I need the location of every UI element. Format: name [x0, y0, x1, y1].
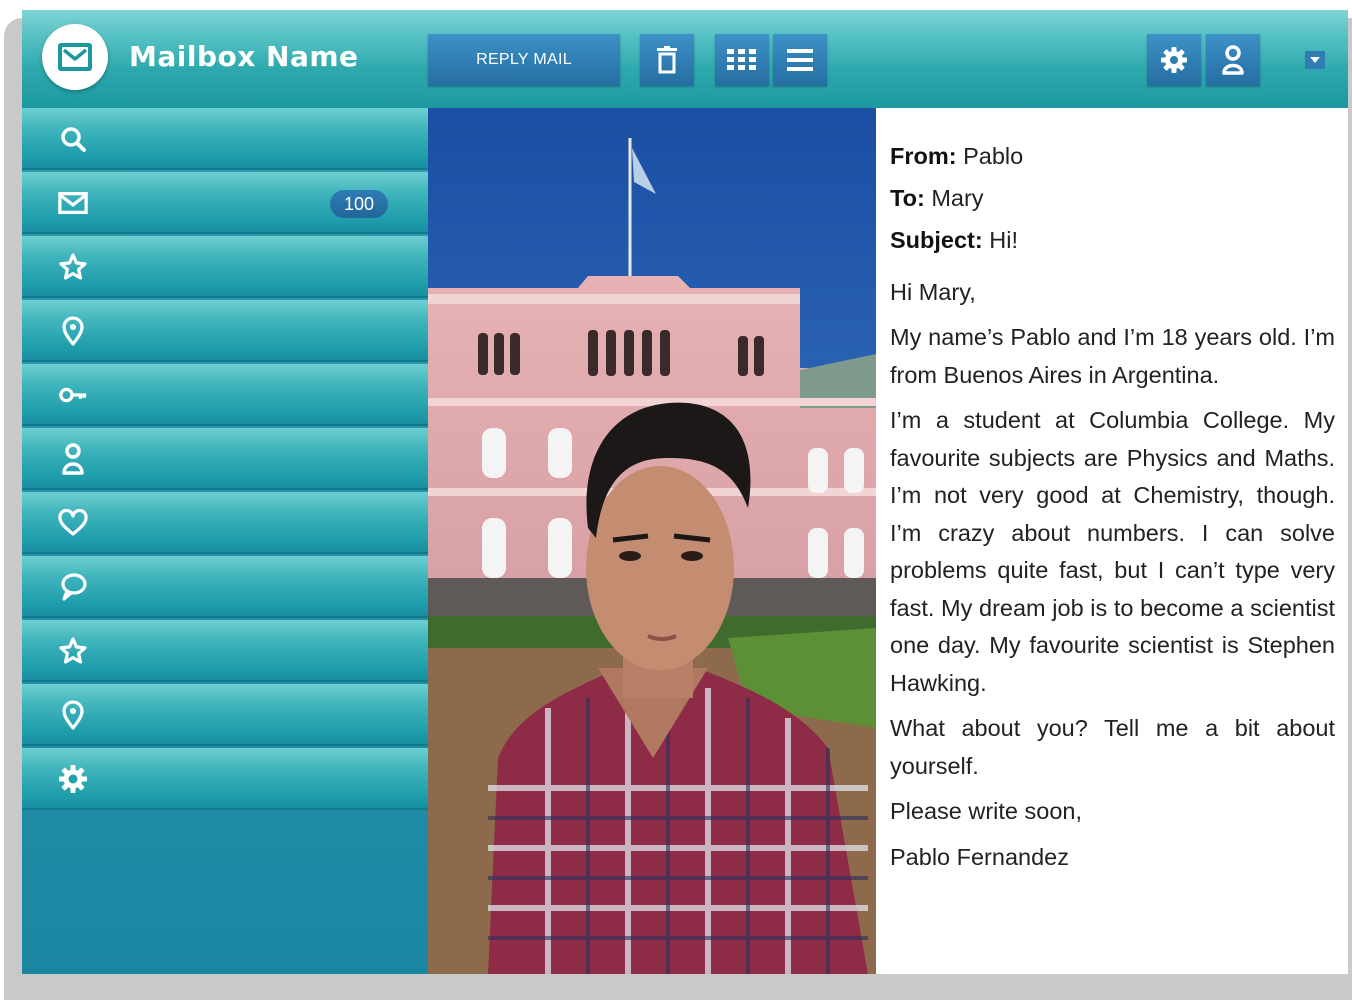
delete-button[interactable]	[640, 34, 694, 86]
sidebar-item-search[interactable]	[22, 108, 428, 170]
sidebar-item-chat[interactable]	[22, 556, 428, 618]
speech-bubble-icon	[58, 572, 88, 602]
sidebar-item-contacts[interactable]	[22, 428, 428, 490]
closing: Please write soon,	[890, 798, 1083, 824]
unread-count-badge: 100	[330, 190, 388, 218]
gear-icon	[58, 764, 88, 794]
sidebar-item-starred[interactable]	[22, 236, 428, 298]
user-icon	[1222, 45, 1244, 75]
sidebar: 100	[22, 108, 428, 974]
signature: Pablo Fernandez	[890, 843, 1069, 870]
grid-view-button[interactable]	[715, 34, 769, 86]
sidebar-item-location-2[interactable]	[22, 684, 428, 746]
subject-value: Hi!	[989, 227, 1018, 253]
message-body: From: Pablo To: Mary Subject: Hi! Hi Mar…	[876, 108, 1348, 974]
paragraph-intro: My name’s Pablo and I’m 18 years old. I’…	[890, 324, 1335, 388]
mailbox-name: Mailbox Name	[129, 40, 359, 73]
to-line: To: Mary	[890, 180, 1335, 218]
location-pin-icon	[58, 316, 88, 346]
sender-photo	[428, 108, 876, 974]
top-toolbar: Mailbox Name REPLY MAIL	[22, 10, 1348, 108]
profile-button[interactable]	[1206, 34, 1260, 86]
sidebar-item-location[interactable]	[22, 300, 428, 362]
search-icon	[58, 124, 88, 154]
sidebar-item-favourites[interactable]	[22, 492, 428, 554]
subject-line: Subject: Hi!	[890, 222, 1335, 260]
photo-illustration	[428, 108, 876, 974]
sidebar-item-starred-2[interactable]	[22, 620, 428, 682]
to-label: To:	[890, 185, 925, 211]
envelope-icon	[58, 43, 92, 71]
star-icon	[58, 252, 88, 282]
from-line: From: Pablo	[890, 138, 1335, 176]
trash-icon	[657, 46, 677, 74]
list-view-button[interactable]	[773, 34, 827, 86]
mailbox-logo[interactable]	[42, 24, 108, 90]
location-pin-icon	[58, 700, 88, 730]
grid-icon	[727, 49, 756, 70]
from-value: Pablo	[963, 143, 1024, 169]
gear-icon	[1161, 47, 1187, 73]
sidebar-item-settings[interactable]	[22, 748, 428, 810]
list-icon	[787, 49, 813, 71]
reply-mail-button[interactable]: REPLY MAIL	[428, 34, 620, 86]
user-icon	[58, 443, 88, 475]
account-dropdown[interactable]	[1305, 51, 1325, 69]
settings-button[interactable]	[1147, 34, 1201, 86]
to-value: Mary	[931, 185, 984, 211]
paragraph-question: What about you? Tell me a bit about your…	[890, 715, 1335, 779]
key-icon	[58, 380, 88, 410]
star-icon	[58, 636, 88, 666]
envelope-icon	[58, 188, 88, 218]
paragraph-school: I’m a student at Columbia College. My fa…	[890, 407, 1335, 696]
greeting: Hi Mary,	[890, 278, 976, 305]
sidebar-item-key[interactable]	[22, 364, 428, 426]
dropdown-arrow-icon	[1310, 57, 1320, 63]
sidebar-item-inbox[interactable]: 100	[22, 172, 428, 234]
from-label: From:	[890, 143, 957, 169]
heart-icon	[58, 508, 88, 538]
mail-window: Mailbox Name REPLY MAIL 100 From: Pablo …	[22, 10, 1348, 974]
subject-label: Subject:	[890, 227, 983, 253]
